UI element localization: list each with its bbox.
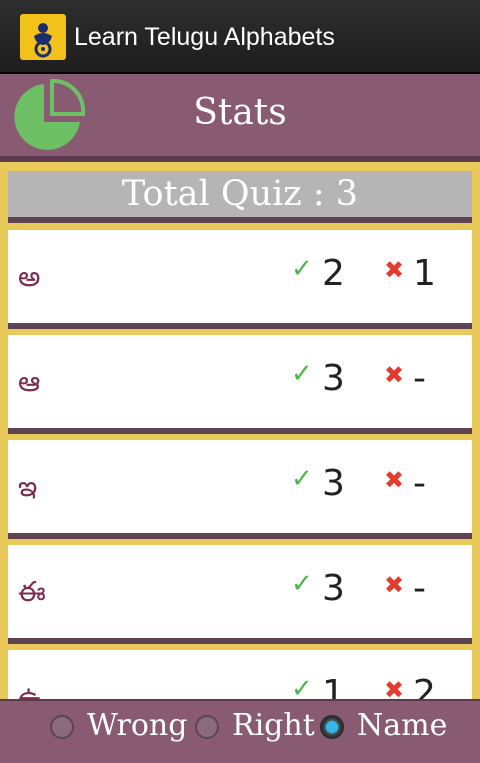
right-count: 3: [322, 568, 345, 609]
list-item[interactable]: ఉ ✓ 1 ✖ 2: [8, 650, 472, 699]
right-count: 1: [322, 673, 345, 700]
row-divider: [8, 638, 472, 644]
wrong-count: 1: [413, 253, 436, 294]
row-divider: [8, 533, 472, 539]
radio-label-name[interactable]: Name: [357, 708, 447, 743]
list-item[interactable]: అ ✓ 2 ✖ 1: [8, 230, 472, 323]
cross-icon: ✖: [384, 571, 405, 599]
wrong-count: -: [413, 568, 426, 609]
radio-name[interactable]: [320, 715, 344, 739]
radio-right[interactable]: [195, 715, 219, 739]
wrong-count: -: [413, 463, 426, 504]
right-count: 2: [322, 253, 345, 294]
list-item[interactable]: ఆ ✓ 3 ✖ -: [8, 335, 472, 428]
telugu-letter: ఉ: [18, 680, 41, 699]
telugu-letter: ఆ: [18, 365, 41, 398]
row-divider: [8, 428, 472, 434]
total-quiz-label: Total Quiz : 3: [8, 171, 472, 217]
check-icon: ✓: [291, 464, 313, 494]
app-screen: Learn Telugu Alphabets Stats Total Quiz …: [0, 0, 480, 763]
stats-list[interactable]: Total Quiz : 3 అ ✓ 2 ✖ 1 ఆ ✓ 3 ✖ - ఇ ✓ 3 ✖ - ఈ ✓ 3 ✖ - ఉ ✓ 1 ✖ 2: [0, 162, 480, 699]
cross-icon: ✖: [384, 256, 405, 284]
wrong-count: -: [413, 358, 426, 399]
list-item[interactable]: ఇ ✓ 3 ✖ -: [8, 440, 472, 533]
right-count: 3: [322, 358, 345, 399]
stats-header: Stats: [0, 74, 480, 156]
telugu-letter: అ: [18, 260, 41, 293]
row-divider: [8, 323, 472, 329]
wrong-count: 2: [413, 673, 436, 700]
sort-options-bar: Wrong Right Name: [0, 701, 480, 763]
app-title: Learn Telugu Alphabets: [74, 23, 335, 51]
check-icon: ✓: [291, 254, 313, 284]
radio-label-wrong[interactable]: Wrong: [87, 708, 187, 743]
radio-label-right[interactable]: Right: [232, 708, 315, 743]
cross-icon: ✖: [384, 466, 405, 494]
telugu-letter: ఇ: [18, 470, 38, 503]
divider: [8, 217, 472, 223]
right-count: 3: [322, 463, 345, 504]
action-bar: Learn Telugu Alphabets: [0, 0, 480, 72]
check-icon: ✓: [291, 569, 313, 599]
app-logo-icon[interactable]: [20, 14, 66, 60]
cross-icon: ✖: [384, 361, 405, 389]
telugu-letter: ఈ: [18, 575, 46, 608]
page-title: Stats: [193, 92, 287, 133]
list-item[interactable]: ఈ ✓ 3 ✖ -: [8, 545, 472, 638]
cross-icon: ✖: [384, 676, 405, 699]
check-icon: ✓: [291, 674, 313, 699]
radio-wrong[interactable]: [50, 715, 74, 739]
check-icon: ✓: [291, 359, 313, 389]
